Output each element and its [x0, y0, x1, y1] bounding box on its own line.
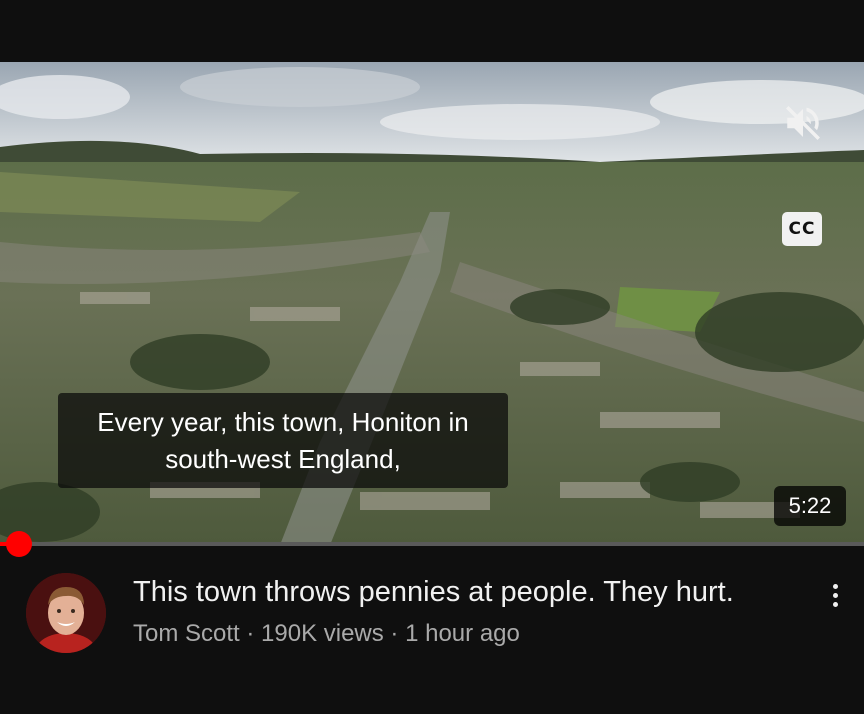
more-vert-icon — [832, 592, 838, 598]
avatar — [26, 573, 106, 653]
more-options-button[interactable] — [820, 578, 850, 612]
more-vert-icon — [832, 601, 838, 607]
progress-bar[interactable] — [0, 542, 864, 546]
mute-button[interactable] — [780, 100, 826, 146]
publish-time: 1 hour ago — [405, 620, 520, 647]
video-title[interactable]: This town throws pennies at people. They… — [133, 574, 813, 610]
caption-line: south-west England, — [165, 443, 401, 474]
duration-badge: 5:22 — [774, 486, 846, 526]
view-count: 190K views — [261, 620, 384, 647]
caption-line: Every year, this town, Honiton in — [97, 406, 469, 437]
meta-separator: · — [239, 620, 262, 647]
channel-name[interactable]: Tom Scott — [133, 620, 240, 647]
video-player[interactable]: CC Every year, this town, Honiton in sou… — [0, 62, 864, 545]
video-meta: Tom Scott · 190K views · 1 hour ago — [133, 618, 520, 650]
meta-separator: · — [383, 620, 406, 647]
closed-captions-button[interactable]: CC — [782, 212, 822, 246]
channel-avatar[interactable] — [26, 573, 106, 653]
cc-label: CC — [788, 219, 816, 239]
duration-label: 5:22 — [788, 493, 832, 518]
volume-muted-icon — [786, 106, 820, 140]
status-bar-area — [0, 0, 864, 62]
progress-scrubber[interactable] — [6, 531, 32, 557]
caption-box: Every year, this town, Honiton in south-… — [58, 393, 508, 488]
more-vert-icon — [832, 583, 838, 589]
